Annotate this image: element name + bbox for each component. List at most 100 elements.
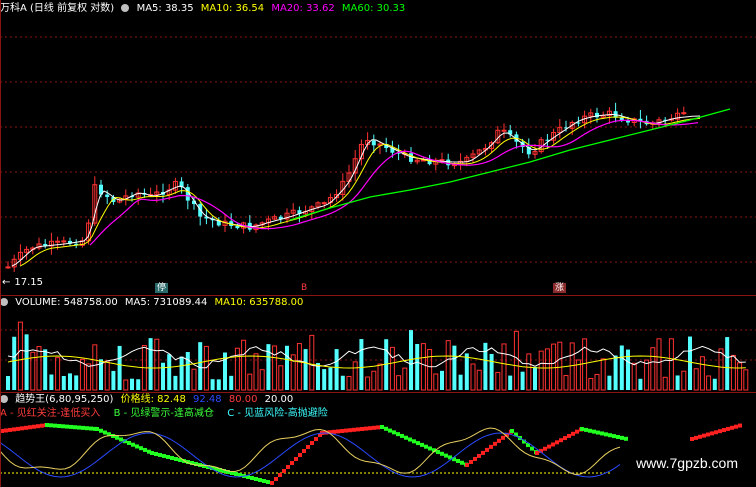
candle-body [681,112,687,115]
signal-step [616,435,620,439]
volume-bar [346,375,352,391]
volume-bar [111,370,116,390]
settings-circle-icon[interactable] [0,395,8,403]
signal-step [45,423,49,427]
signal-step [493,441,497,446]
signal-step [282,469,286,473]
volume-bar [198,342,203,390]
signal-step [270,481,274,485]
suspend-marker[interactable]: 停 [155,283,169,293]
settings-circle-icon[interactable] [121,4,130,12]
value-2: 80.00 [228,394,258,405]
signal-step [336,429,340,434]
blue-line [0,432,621,478]
candle-body [371,140,376,146]
volume-chart[interactable] [0,310,756,392]
volume-bar [607,375,612,390]
signal-step [340,429,344,433]
signal-step [150,451,154,455]
limit-up-marker[interactable]: 涨 [553,283,567,293]
signal-step [510,429,514,433]
volume-bar [725,337,730,390]
volume-bar [489,353,494,390]
price-line [0,427,621,475]
signal-step [290,461,294,465]
signal-step [53,423,57,428]
signal-step [530,446,534,451]
signal-step [694,435,698,440]
volume-bar [594,373,600,391]
signal-step [166,455,170,459]
legend-a: A - 见红关注-逢低买入 [0,408,101,419]
candle-body [321,202,327,205]
volume-bar [675,375,680,390]
volume-bar [259,369,265,391]
volume-bar [179,356,184,390]
watermark: www.7gpzb.com [636,455,738,471]
indicator-legend: 趋势王(6,80,95,250) 价格线: 82.48 92.48 80.00 … [0,393,297,407]
volume-bar [49,374,54,390]
signal-step [726,426,730,431]
volume-bar [520,371,525,390]
signal-step [16,426,20,431]
volume-bar [544,348,550,391]
signal-step [714,430,718,435]
signal-step [8,427,12,432]
volume-bar [104,360,110,391]
candle-body [61,240,67,243]
volume-bar [569,342,575,391]
price-line-label: 价格线: 82.48 [120,394,186,405]
volume-bar [117,345,122,390]
volume-bar [389,346,395,391]
volume-bar [533,366,537,390]
volume-bar [136,379,141,390]
volume-bar [693,368,699,391]
signal-step [139,446,143,451]
signal-step [380,425,384,429]
volume-bar [476,369,482,391]
signal-step [119,437,123,442]
volume-bar [210,379,215,390]
signal-step [131,442,135,447]
volume-bar [464,353,469,390]
buy-marker[interactable]: B [299,283,309,293]
stock-chart-window: 万科A (日线 前复权 对数) MA5: 38.35 MA10: 36.54 M… [0,0,756,487]
signal-step [49,423,53,428]
signal-step [384,426,388,431]
signal-step [36,424,40,429]
signal-step [608,433,612,438]
signal-step [286,465,290,469]
settings-circle-icon[interactable] [0,298,8,306]
indicator-chart[interactable] [0,421,756,487]
volume-bar [365,376,371,391]
signal-step [738,423,742,428]
signal-step [69,424,73,429]
volume-bar [74,375,79,390]
signal-step [698,434,702,439]
price-chart[interactable] [0,12,756,292]
volume-bar [662,376,668,391]
volume-bar [631,362,637,391]
volume-bar [161,362,165,390]
volume-bar [526,353,532,391]
volume-bar [123,379,129,391]
volume-bar [309,334,315,391]
signal-step [596,430,600,435]
volume-bar [191,368,197,391]
signal-step [368,426,372,431]
signal-step [469,459,473,464]
volume-bar [470,363,476,391]
signal-step [388,428,392,433]
signal-step [12,427,16,432]
signal-step [376,425,380,430]
signal-step [111,433,115,438]
signal-step [428,446,432,451]
volume-bar [352,361,358,391]
volume-bar [316,362,320,390]
signal-step [535,451,539,455]
volume-bar [600,358,606,391]
volume-bar [445,340,451,391]
volume-bar [86,363,92,391]
signal-step [551,442,555,447]
signal-step [481,450,485,455]
